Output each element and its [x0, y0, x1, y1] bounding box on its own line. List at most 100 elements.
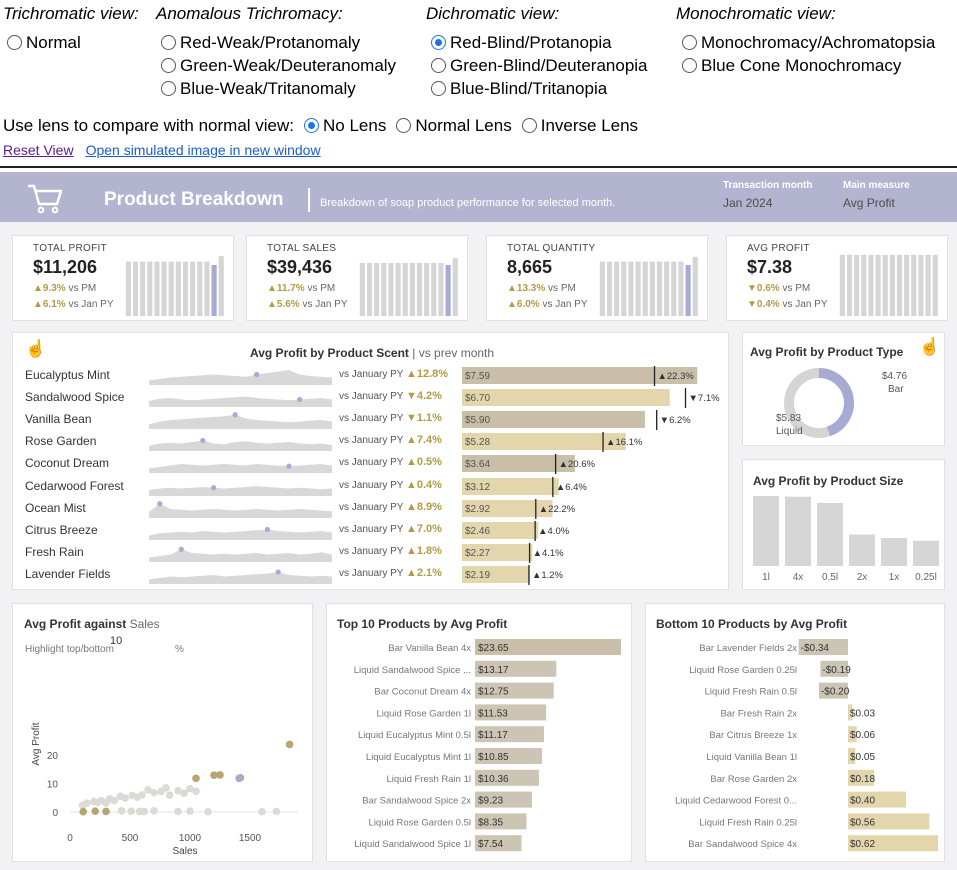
radio-circle[interactable] — [161, 81, 176, 96]
radio-protanopia[interactable]: Red-Blind/Protanopia — [431, 31, 648, 54]
scatter-point[interactable] — [127, 807, 135, 815]
radio-circle[interactable] — [161, 58, 176, 73]
reset-view-link[interactable]: Reset View — [3, 142, 74, 158]
scatter-ytick: 0 — [52, 808, 58, 819]
kpi-bar — [402, 262, 408, 316]
scatter-point-highlight[interactable] — [91, 807, 99, 815]
scent-row[interactable]: Eucalyptus Mint vs January PY ▲12.8% $7.… — [13, 365, 733, 387]
filter-value[interactable]: Avg Profit — [843, 196, 910, 210]
monochromatic-group: Monochromatic view: Monochromacy/Achroma… — [676, 4, 935, 77]
radio-circle[interactable] — [7, 35, 22, 50]
kpi-card[interactable]: TOTAL PROFIT $11,206 ▲9.3% vs PM ▲6.1% v… — [12, 235, 234, 321]
scent-row[interactable]: Ocean Mist vs January PY ▲8.9% $2.92 ▲22.… — [13, 498, 733, 520]
size-bar[interactable] — [913, 540, 939, 566]
kpi-bar — [599, 261, 605, 316]
product-size-card: Avg Profit by Product Size 1l 4x 0.5l 2x 1x 0… — [742, 459, 945, 590]
top10-chart[interactable]: Bar Vanilla Bean 4x $23.65 Liquid Sandalwo… — [327, 604, 633, 863]
scatter-point[interactable] — [272, 807, 281, 816]
kpi-card[interactable]: TOTAL QUANTITY 8,665 ▲13.3% vs PM ▲6.0% … — [486, 235, 708, 321]
kpi-card[interactable]: TOTAL SALES $39,436 ▲11.7% vs PM ▲5.6% v… — [246, 235, 468, 321]
scatter-point[interactable] — [83, 799, 91, 807]
scatter-point-highlight[interactable] — [79, 807, 87, 816]
hand-pointer-icon[interactable]: ☝ — [25, 339, 46, 359]
main-measure-filter[interactable]: Main measure Avg Profit — [843, 180, 910, 210]
product-type-donut[interactable]: $4.76 Bar $5.83 Liquid — [743, 333, 946, 447]
scatter-point[interactable] — [117, 807, 126, 815]
scatter-point-highlight[interactable] — [102, 807, 110, 816]
size-bar[interactable] — [849, 534, 875, 567]
scent-row[interactable]: Fresh Rain vs January PY ▲1.8% $2.27 ▲4.1… — [13, 542, 733, 564]
radio-normal-lens[interactable]: Normal Lens — [396, 114, 512, 137]
size-bar[interactable] — [881, 538, 907, 566]
size-bar[interactable] — [753, 496, 779, 566]
radio-normal[interactable]: Normal — [7, 31, 139, 54]
scatter-point[interactable] — [162, 783, 170, 792]
scatter-point[interactable] — [180, 789, 188, 797]
bottom10-value: -$0.34 — [801, 643, 830, 654]
radio-circle[interactable] — [431, 58, 446, 73]
radio-circle[interactable] — [161, 35, 176, 50]
scatter-point[interactable] — [150, 788, 158, 797]
scatter-point[interactable] — [150, 807, 158, 815]
scatter-point[interactable] — [204, 807, 212, 816]
scatter-point-highlight[interactable] — [285, 740, 294, 749]
kpi-bar — [911, 254, 917, 316]
radio-circle-selected[interactable] — [431, 35, 446, 50]
scent-row[interactable]: Coconut Dream vs January PY ▲0.5% $3.64 ▲… — [13, 453, 733, 475]
radio-circle[interactable] — [396, 118, 412, 133]
scatter-point[interactable] — [138, 791, 146, 799]
radio-tritanopia[interactable]: Blue-Blind/Tritanopia — [431, 77, 648, 100]
scent-row-graphics: $7.59 ▲22.3% — [149, 366, 698, 386]
scent-row[interactable]: Sandalwood Spice vs January PY ▼4.2% $6.… — [13, 387, 733, 409]
radio-blue-cone[interactable]: Blue Cone Monochromacy — [682, 54, 935, 77]
kpi-bar — [359, 262, 365, 316]
scatter-point-highlight[interactable] — [216, 771, 224, 779]
scatter-point-selected[interactable] — [235, 774, 243, 783]
open-new-window-link[interactable]: Open simulated image in new window — [86, 142, 321, 158]
scatter-point[interactable] — [186, 807, 194, 815]
radio-circle-selected[interactable] — [304, 118, 320, 133]
donut-slice[interactable] — [818, 368, 854, 437]
filter-value[interactable]: Jan 2024 — [723, 196, 812, 210]
radio-label: Green-Weak/Deuteranomaly — [180, 55, 397, 75]
radio-circle[interactable] — [682, 35, 697, 50]
transaction-month-filter[interactable]: Transaction month Jan 2024 — [723, 180, 812, 210]
py-marker-label: ▲1.2% — [532, 570, 564, 581]
scent-sparkline — [149, 529, 332, 540]
scatter-point[interactable] — [140, 807, 149, 816]
radio-inverse-lens[interactable]: Inverse Lens — [521, 114, 638, 137]
scatter-point[interactable] — [121, 794, 129, 802]
scatter-point[interactable] — [165, 791, 174, 799]
size-tick-label: 2x — [857, 572, 868, 583]
radio-tritanomaly[interactable]: Blue-Weak/Tritanomaly — [161, 77, 396, 100]
radio-circle[interactable] — [521, 118, 537, 133]
kpi-bar — [621, 261, 627, 316]
scent-row[interactable]: Lavender Fields vs January PY ▲2.1% $2.1… — [13, 564, 733, 586]
radio-deuteranopia[interactable]: Green-Blind/Deuteranopia — [431, 54, 648, 77]
scent-sparkline — [149, 464, 332, 474]
scent-row[interactable]: Rose Garden vs January PY ▲7.4% $5.28 ▲16… — [13, 431, 733, 453]
radio-no-lens[interactable]: No Lens — [304, 114, 386, 137]
scatter-point[interactable] — [174, 807, 182, 816]
size-bar[interactable] — [785, 496, 811, 566]
scent-row[interactable]: Vanilla Bean vs January PY ▼1.1% $5.90 ▼6… — [13, 409, 733, 431]
kpi-bar — [889, 254, 895, 316]
scatter-point[interactable] — [258, 807, 266, 816]
kpi-card[interactable]: AVG PROFIT $7.38 ▼0.6% vs PM ▼0.4% vs Ja… — [726, 235, 948, 321]
donut-bar-value: $4.76 — [882, 371, 907, 382]
scatter-point[interactable] — [192, 787, 200, 795]
scatter-point-highlight[interactable] — [192, 774, 200, 783]
pm-delta-value: ▲11.7% — [267, 283, 305, 294]
scent-row[interactable]: Cedarwood Forest vs January PY ▲0.4% $3.… — [13, 476, 733, 498]
scent-row[interactable]: Citrus Breeze vs January PY ▲7.0% $2.46 ▲… — [13, 520, 733, 542]
radio-protanomaly[interactable]: Red-Weak/Protanomaly — [161, 31, 396, 54]
scatter-plot[interactable]: 0 500 1000 1500 0 10 20 Sales Avg Profit — [13, 604, 314, 863]
product-size-chart[interactable]: 1l 4x 0.5l 2x 1x 0.25l — [743, 460, 946, 591]
bottom10-chart[interactable]: Bar Lavender Fields 2x -$0.34 Liquid Rose … — [646, 604, 946, 863]
radio-circle[interactable] — [431, 81, 446, 96]
donut-slice[interactable] — [784, 368, 830, 438]
radio-deuteranomaly[interactable]: Green-Weak/Deuteranomaly — [161, 54, 396, 77]
size-bar[interactable] — [817, 503, 843, 566]
radio-circle[interactable] — [682, 58, 697, 73]
radio-achromatopsia[interactable]: Monochromacy/Achromatopsia — [682, 31, 935, 54]
